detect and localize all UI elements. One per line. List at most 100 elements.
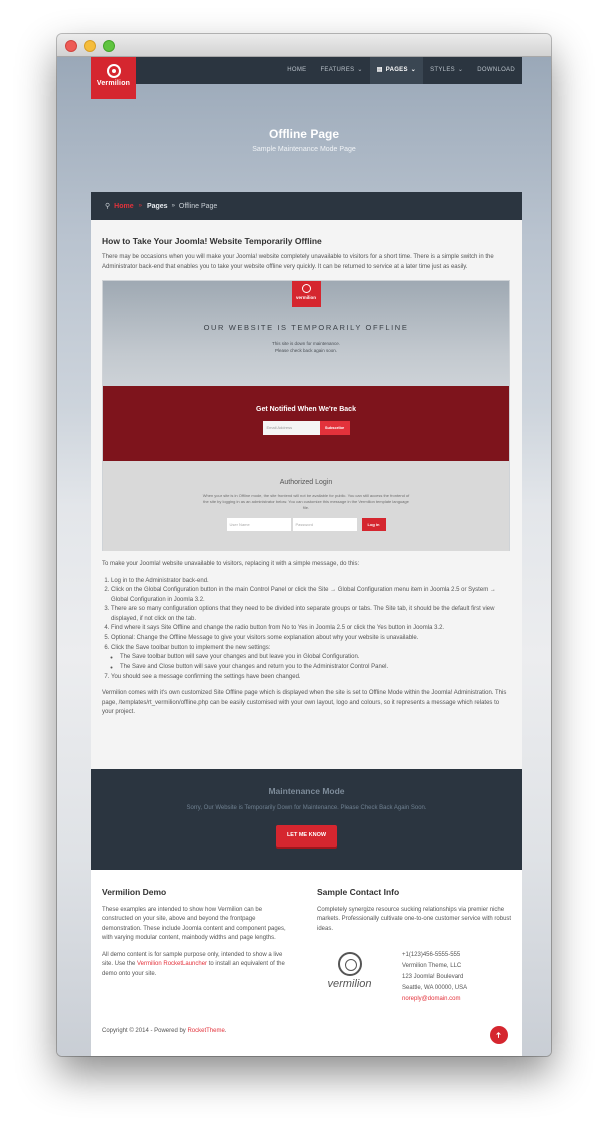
footer-demo-column: Vermilion Demo These examples are intend…	[102, 887, 292, 980]
menu-label: DOWNLOAD	[477, 67, 515, 73]
site-logo[interactable]: Vermilion	[91, 57, 136, 99]
chevron-down-icon: ⌄	[410, 67, 417, 73]
menu-item-pages[interactable]: ▤ PAGES ⌄	[369, 57, 424, 84]
chevron-down-icon: ⌄	[457, 67, 464, 73]
chevron-down-icon: ⌄	[357, 67, 363, 73]
list-item: Find where it says Site Offline and chan…	[111, 624, 511, 633]
screenshot-message: This site is down for maintenance. Pleas…	[103, 340, 509, 354]
screenshot-heading: OUR WEBSITE IS TEMPORARILY OFFLINE	[203, 323, 409, 332]
login-text: When your site is in Offline mode, the s…	[202, 493, 410, 510]
screenshot-line2: Please check back again soon.	[274, 348, 338, 353]
contact-company: Vermilion Theme, LLC	[402, 963, 462, 969]
breadcrumb-current: Offline Page	[178, 202, 218, 210]
footer-demo-text2: All demo content is for sample purpose o…	[102, 951, 292, 980]
contact-email-link[interactable]: noreply@domain.com	[402, 994, 467, 1005]
page-icon: ▤	[376, 67, 383, 73]
contact-city: Seattle, WA 00000, USA	[402, 985, 468, 991]
list-item: The Save and Close button will save your…	[120, 663, 511, 672]
footer-contact-column: Sample Contact Info Completely synergize…	[317, 887, 512, 934]
screenshot-username-field: User Name	[226, 518, 291, 531]
list-item: Log in to the Administrator back-end.	[111, 577, 511, 586]
offline-page-screenshot: vermilion OUR WEBSITE IS TEMPORARILY OFF…	[102, 280, 510, 551]
list-item: Click on the Global Configuration button…	[111, 586, 511, 605]
maintenance-section: Maintenance Mode Sorry, Our Website is T…	[91, 769, 522, 870]
logo-icon	[337, 952, 362, 976]
article: How to Take Your Joomla! Website Tempora…	[91, 220, 522, 718]
page-viewport: Vermilion HOME FEATURES ⌄ ▤ PAGES ⌄ STYLES ⌄…	[57, 57, 551, 1056]
page-title: Offline Page	[268, 127, 339, 141]
menu-label: PAGES	[385, 67, 408, 73]
footer-contact-text: Completely synergize resource sucking re…	[317, 906, 512, 932]
minimize-window-button[interactable]	[84, 40, 96, 52]
let-me-know-button[interactable]: LET ME KNOW	[276, 825, 337, 847]
browser-window: Vermilion HOME FEATURES ⌄ ▤ PAGES ⌄ STYLES ⌄…	[57, 34, 551, 1056]
chevron-right-icon: »	[138, 203, 142, 209]
screenshot-subscribe-button: Subscribe	[319, 421, 350, 435]
menu-label: HOME	[287, 67, 307, 73]
steps-lead: To make your Joomla! website unavailable…	[102, 561, 360, 567]
main-menu: HOME FEATURES ⌄ ▤ PAGES ⌄ STYLES ⌄ DOWNLOAD	[280, 57, 522, 84]
screenshot-logo: vermilion	[291, 281, 321, 307]
footer-demo-title: Vermilion Demo	[102, 887, 167, 897]
screenshot-login-section: Authorized Login When your site is in Of…	[103, 461, 509, 551]
copyright-end: .	[224, 1028, 227, 1034]
main-content: ⚲ Home » Pages » Offline Page How to Tak…	[91, 192, 522, 1056]
screenshot-header: vermilion OUR WEBSITE IS TEMPORARILY OFF…	[103, 281, 509, 386]
steps-list: Log in to the Administrator back-end. Cl…	[102, 577, 511, 683]
screenshot-logo-text: vermilion	[295, 295, 316, 300]
top-navigation: Vermilion HOME FEATURES ⌄ ▤ PAGES ⌄ STYLES ⌄…	[91, 57, 522, 99]
contact-logo: vermilion	[317, 952, 382, 990]
menu-item-download[interactable]: DOWNLOAD	[470, 57, 522, 84]
list-item: You should see a message confirming the …	[111, 673, 511, 682]
chevron-right-icon: »	[171, 203, 175, 209]
logo-icon	[106, 64, 121, 78]
page-subtitle: Sample Maintenance Mode Page	[252, 146, 356, 153]
screenshot-password-field: Password	[292, 518, 357, 531]
list-item: Click the Save toolbar button to impleme…	[111, 644, 511, 672]
maintenance-text: Sorry, Our Website is Temporarily Down f…	[186, 805, 427, 811]
menu-label: STYLES	[430, 67, 455, 73]
contact-logo-text: vermilion	[327, 978, 372, 990]
contact-phone: +1(123)456-5555-555	[402, 952, 461, 958]
list-item-text: Click the Save toolbar button to impleme…	[111, 645, 271, 652]
menu-item-styles[interactable]: STYLES ⌄	[423, 57, 470, 84]
menu-item-home[interactable]: HOME	[280, 57, 313, 84]
arrow-up-icon[interactable]: ➜	[490, 1026, 508, 1044]
breadcrumb-pages: Pages	[146, 202, 168, 210]
copyright-text: Copyright © 2014 - Powered by	[102, 1028, 188, 1034]
footer: Vermilion Demo These examples are intend…	[91, 870, 522, 1056]
menu-item-features[interactable]: FEATURES ⌄	[313, 57, 369, 84]
footer-demo-text: These examples are intended to show how …	[102, 906, 286, 942]
maintenance-title: Maintenance Mode	[268, 786, 345, 796]
list-item: There are so many configuration options …	[111, 605, 511, 624]
article-intro: There may be occasions when you will mak…	[102, 254, 494, 270]
article-title: How to Take Your Joomla! Website Tempora…	[102, 236, 322, 246]
screenshot-email-field: Email Address	[262, 421, 320, 435]
login-form: User Name Password Log in	[103, 518, 509, 531]
notify-title: Get Notified When We're Back	[256, 406, 356, 413]
contact-info: +1(123)456-5555-555 Vermilion Theme, LLC…	[402, 950, 467, 1005]
footer-contact-title: Sample Contact Info	[317, 887, 400, 897]
substeps-list: The Save toolbar button will save your c…	[111, 653, 511, 672]
map-marker-icon: ⚲	[105, 203, 111, 210]
screenshot-login-button: Log in	[361, 518, 386, 531]
logo-icon	[301, 284, 311, 293]
login-title: Authorized Login	[279, 479, 333, 486]
menu-label: FEATURES	[320, 67, 355, 73]
close-window-button[interactable]	[65, 40, 77, 52]
breadcrumb-home-link[interactable]: Home	[114, 203, 133, 210]
copyright: Copyright © 2014 - Powered by RocketThem…	[102, 1028, 227, 1034]
screenshot-line1: This site is down for maintenance.	[271, 341, 341, 346]
contact-street: 123 Joomla! Boulevard	[402, 974, 464, 980]
screenshot-notify-section: Get Notified When We're Back Email Addre…	[103, 386, 509, 461]
list-item: The Save toolbar button will save your c…	[120, 653, 511, 662]
logo-text: Vermilion	[96, 80, 131, 87]
article-outro: Vermilion comes with it's own customized…	[102, 690, 507, 716]
rocketlauncher-link[interactable]: Vermilion RocketLauncher	[137, 961, 207, 967]
zoom-window-button[interactable]	[103, 40, 115, 52]
window-titlebar	[57, 34, 551, 57]
list-item: Optional: Change the Offline Message to …	[111, 634, 511, 643]
notify-form: Email Address Subscribe	[103, 421, 509, 435]
rockettheme-link[interactable]: RocketTheme	[187, 1028, 224, 1034]
breadcrumb: ⚲ Home » Pages » Offline Page	[91, 192, 522, 220]
